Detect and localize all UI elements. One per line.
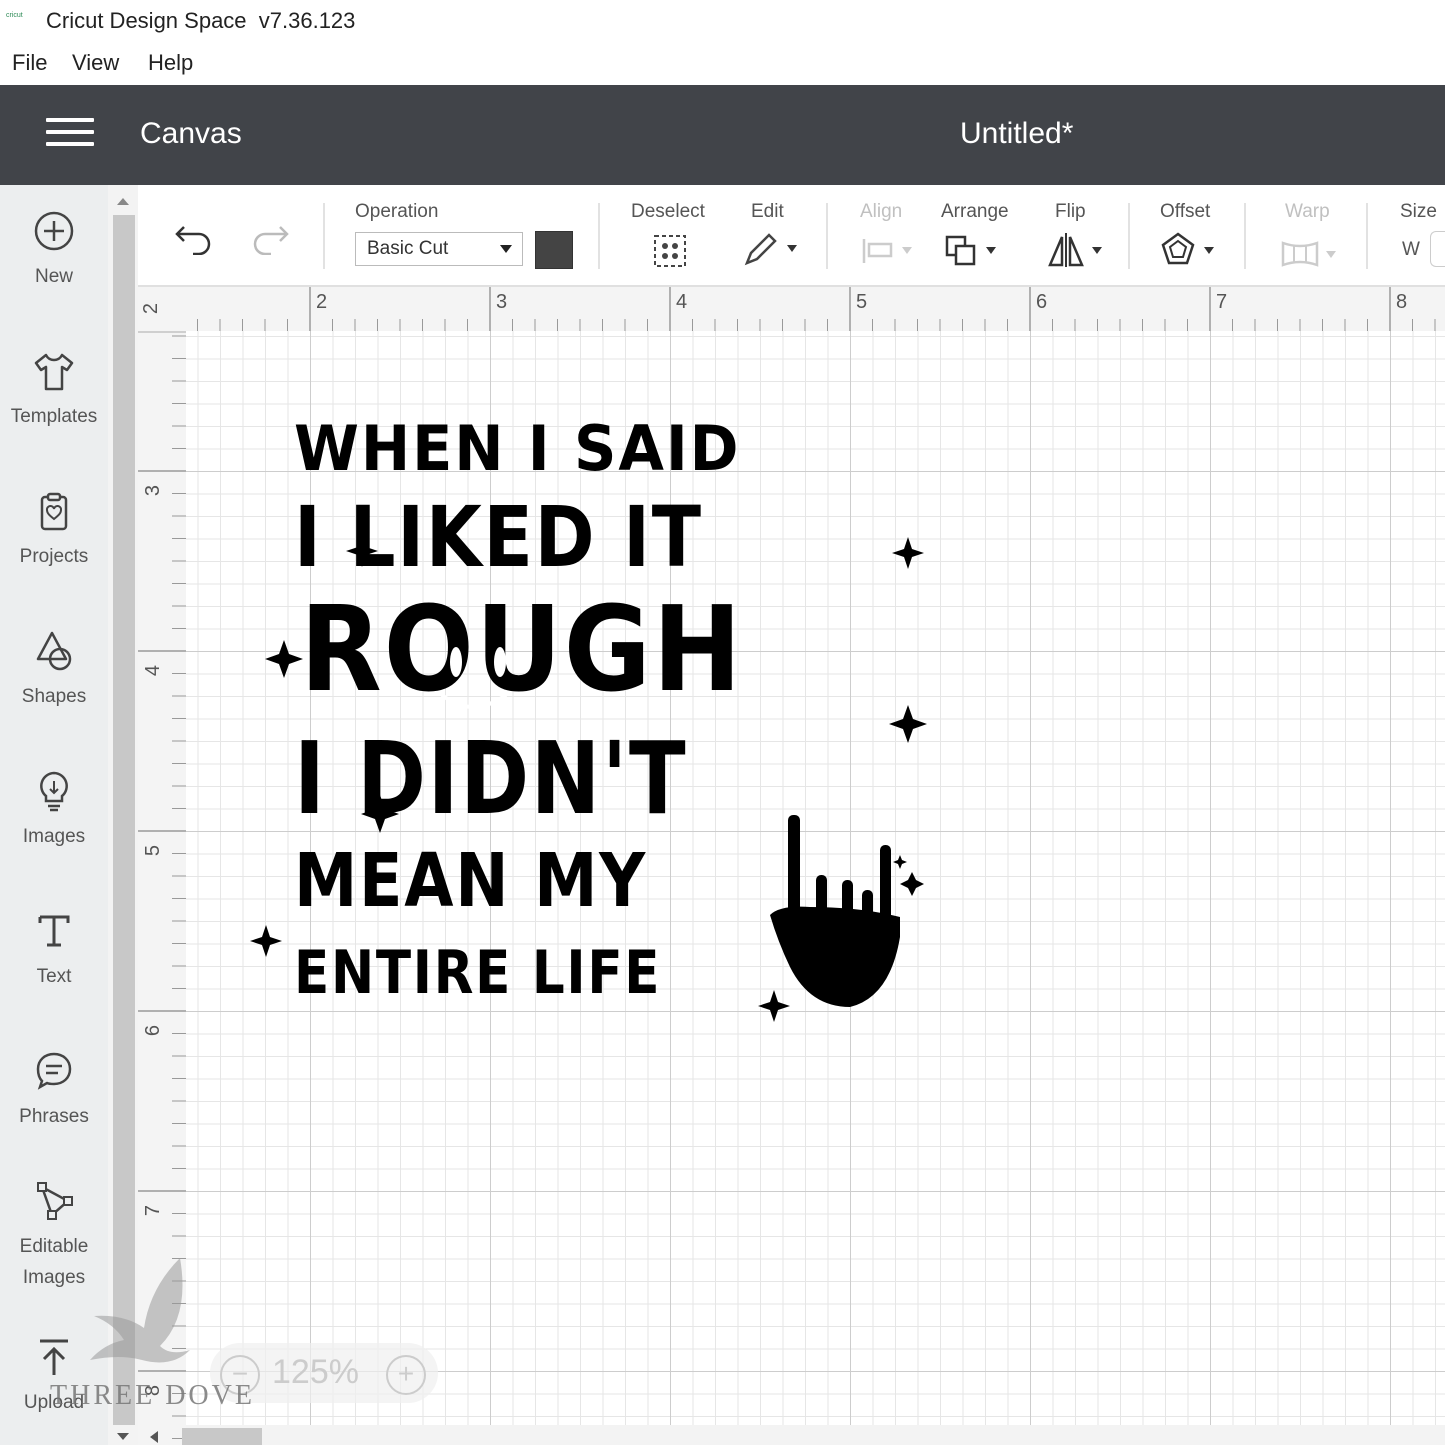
menu-file[interactable]: File [12, 50, 47, 76]
undo-icon[interactable] [174, 221, 214, 255]
operation-select[interactable]: Basic Cut [355, 232, 523, 266]
edit-toolbar: Operation Basic Cut Deselect Edit Align … [138, 185, 1445, 287]
sidebar-item-projects[interactable]: Projects [0, 489, 108, 572]
ruler-top-number: 3 [496, 291, 508, 313]
hamburger-menu-icon[interactable] [46, 118, 94, 152]
sidebar-item-shapes[interactable]: Shapes [0, 629, 108, 712]
ruler-top-number: 6 [1036, 291, 1048, 313]
design-artwork[interactable]: WHEN I SAID I LIKED IT ROUGH I DIDN'T ME… [250, 400, 940, 1030]
flip-icon[interactable] [1046, 231, 1106, 269]
scroll-left-arrow-icon[interactable] [148, 1430, 160, 1444]
edit-label: Edit [751, 201, 784, 222]
text-t-icon [38, 915, 70, 947]
ruler-top-number: 5 [856, 291, 868, 313]
sidebar-item-templates[interactable]: Templates [0, 349, 108, 432]
scroll-up-arrow-icon[interactable] [115, 196, 131, 206]
upload-arrow-icon [40, 1339, 68, 1375]
horizontal-scrollbar-thumb[interactable] [182, 1428, 262, 1445]
warp-label: Warp [1285, 201, 1330, 222]
warp-icon [1281, 241, 1336, 267]
edit-pencil-icon[interactable] [743, 231, 799, 267]
app-header: Canvas Untitled* [0, 85, 1445, 185]
ruler-left-number: 4 [142, 664, 165, 677]
shapes-icon [36, 631, 72, 671]
ruler-left-number: 7 [142, 1204, 165, 1217]
ruler-top-number: 4 [676, 291, 688, 313]
sidebar-label-shapes: Shapes [21, 686, 87, 707]
sidebar-label-new: New [34, 266, 73, 287]
ruler-top: 2 2 3 4 5 6 7 8 [138, 287, 1445, 333]
sidebar-item-images[interactable]: Images [0, 769, 108, 852]
toolbar-separator [598, 203, 600, 269]
tshirt-icon [34, 353, 74, 391]
speech-bubble-icon [36, 1052, 72, 1090]
arrange-label: Arrange [941, 201, 1009, 222]
ruler-corner-number: 2 [140, 302, 163, 315]
sidebar-label-phrases: Phrases [19, 1106, 89, 1127]
zoom-in-button[interactable]: + [386, 1355, 426, 1395]
toolbar-separator [323, 203, 325, 269]
ruler-top-number: 2 [316, 291, 328, 313]
zoom-level: 125% [272, 1353, 359, 1391]
toolbar-separator [826, 203, 828, 269]
sidebar-label-text: Text [36, 966, 72, 987]
lightbulb-icon [40, 771, 68, 812]
ruler-left-number: 6 [142, 1024, 165, 1037]
sidebar-item-new[interactable]: New [0, 209, 108, 292]
toolbar-separator [1128, 203, 1130, 269]
clipboard-icon [40, 492, 68, 531]
menu-bar: File View Help [0, 42, 1445, 85]
menu-help[interactable]: Help [148, 50, 193, 76]
plus-circle-icon [34, 211, 74, 251]
operation-value: Basic Cut [367, 238, 449, 259]
sidebar-item-phrases[interactable]: Phrases [0, 1049, 108, 1132]
app-logo: cricut [6, 12, 23, 19]
watermark-text: THREE DOVE [50, 1380, 255, 1411]
project-title[interactable]: Untitled* [960, 117, 1073, 151]
sidebar-label-templates: Templates [10, 406, 98, 427]
toolbar-separator [1366, 203, 1368, 269]
horizontal-scrollbar-track[interactable] [186, 1425, 1445, 1445]
color-swatch[interactable] [535, 231, 573, 269]
toolbar-separator [1244, 203, 1246, 269]
dove-logo-icon [90, 1258, 190, 1363]
smiley-face-icon [440, 647, 508, 709]
skeleton-hand-icon [770, 815, 900, 1007]
design-decorations [250, 535, 927, 1022]
ruler-left-number: 3 [142, 484, 165, 497]
operation-label: Operation [355, 201, 439, 222]
ruler-top-ticks [197, 287, 1436, 331]
scroll-down-arrow-icon[interactable] [115, 1432, 131, 1442]
offset-icon[interactable] [1160, 231, 1220, 269]
vertical-scrollbar-thumb[interactable] [113, 215, 135, 1425]
ruler-top-number: 8 [1396, 291, 1408, 313]
redo-icon[interactable] [250, 221, 290, 255]
window-titlebar: cricut Cricut Design Space v7.36.123 [0, 0, 1445, 42]
chevron-down-icon [500, 245, 512, 253]
align-label: Align [860, 201, 903, 222]
deselect-label: Deselect [631, 201, 705, 222]
section-title: Canvas [140, 117, 242, 150]
flip-label: Flip [1055, 201, 1086, 222]
window-title: Cricut Design Space v7.36.123 [46, 8, 356, 33]
size-label: Size [1400, 201, 1437, 222]
sidebar-item-text[interactable]: Text [0, 909, 108, 992]
sidebar-label-images: Images [22, 826, 86, 847]
editable-image-icon [37, 1182, 73, 1220]
size-width-input[interactable] [1430, 231, 1445, 267]
offset-label: Offset [1160, 201, 1211, 222]
ruler-left-number: 5 [142, 844, 165, 857]
align-icon [862, 239, 912, 263]
menu-view[interactable]: View [72, 50, 119, 76]
size-width-label: W [1402, 239, 1420, 260]
deselect-icon[interactable] [652, 233, 688, 269]
ruler-top-number: 7 [1216, 291, 1228, 313]
arrange-icon[interactable] [944, 233, 1000, 269]
sidebar-label-projects: Projects [19, 546, 89, 567]
